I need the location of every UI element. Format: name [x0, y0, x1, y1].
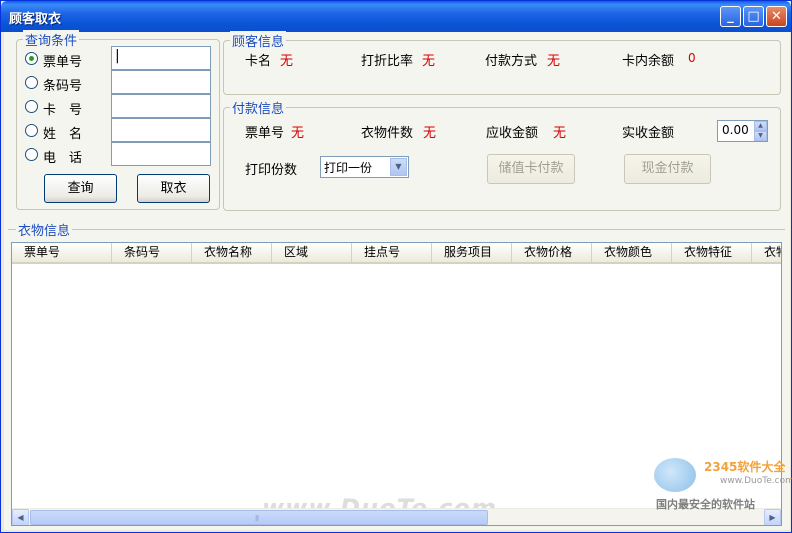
- spinner-up-icon[interactable]: ▲: [754, 121, 767, 131]
- radio-phone[interactable]: 电 话: [25, 145, 105, 166]
- radio-phone-label: 电 话: [43, 151, 83, 166]
- chevron-down-icon[interactable]: ▼: [390, 158, 407, 176]
- payment-info-group: 付款信息 票单号 无 衣物件数 无 应收金额 无 实收金额 打印份数 储值卡付款…: [223, 98, 781, 211]
- clothes-count-value: 无: [423, 126, 437, 141]
- name-input[interactable]: [111, 118, 211, 142]
- spinner-arrows[interactable]: ▲ ▼: [754, 121, 767, 141]
- card-name-value: 无: [280, 54, 294, 69]
- col-ticket-no[interactable]: 票单号: [12, 243, 112, 262]
- payment-ticket-value: 无: [291, 126, 305, 141]
- close-button[interactable]: ✕: [766, 6, 787, 27]
- col-item-name[interactable]: 衣物名称: [192, 243, 272, 262]
- search-button[interactable]: 查询: [44, 174, 117, 203]
- discount-label: 打折比率: [361, 54, 414, 69]
- radio-barcode-label: 条码号: [43, 79, 83, 94]
- payment-ticket-label: 票单号: [245, 126, 285, 141]
- barcode-input[interactable]: [111, 70, 211, 94]
- col-color[interactable]: 衣物颜色: [592, 243, 672, 262]
- clothes-info-legend: 衣物信息: [16, 220, 73, 239]
- col-hang-point[interactable]: 挂点号: [352, 243, 432, 262]
- col-barcode[interactable]: 条码号: [112, 243, 192, 262]
- radio-phone-dot[interactable]: [25, 148, 38, 161]
- col-area[interactable]: 区域: [272, 243, 352, 262]
- col-price[interactable]: 衣物价格: [512, 243, 592, 262]
- mascot-icon: [654, 458, 696, 492]
- amount-received-spinner[interactable]: 0.00 ▲ ▼: [717, 120, 768, 142]
- scroll-thumb[interactable]: |||: [30, 510, 488, 525]
- watermark-url: www.DuoTe.com: [720, 476, 792, 486]
- card-name-label: 卡名: [245, 54, 272, 69]
- print-copies-select[interactable]: 打印一份 ▼: [320, 156, 409, 178]
- radio-card-no[interactable]: 卡 号: [25, 97, 105, 118]
- cash-pay-button[interactable]: 现金付款: [624, 154, 711, 184]
- amount-received-value: 0.00: [722, 123, 749, 137]
- pickup-button[interactable]: 取衣: [137, 174, 210, 203]
- title-bar[interactable]: 顾客取衣 _ □ ✕: [1, 1, 791, 32]
- watermark-slogan: 国内最安全的软件站: [656, 498, 755, 511]
- radio-ticket-no-label: 票单号: [43, 55, 83, 70]
- amount-received-label: 实收金额: [622, 126, 675, 141]
- app-window: 顾客取衣 _ □ ✕ 查询条件 票单号 | 条码号 卡 号 姓 名 电 话 查询…: [0, 0, 792, 533]
- customer-info-legend: 顾客信息: [230, 31, 287, 50]
- discount-value: 无: [422, 54, 436, 69]
- query-group: 查询条件 票单号 | 条码号 卡 号 姓 名 电 话 查询 取衣: [16, 30, 220, 210]
- card-no-input[interactable]: [111, 94, 211, 118]
- radio-barcode[interactable]: 条码号: [25, 73, 105, 94]
- clothes-list-header: 票单号 条码号 衣物名称 区域 挂点号 服务项目 衣物价格 衣物颜色 衣物特征 …: [12, 243, 781, 264]
- print-copies-label: 打印份数: [245, 163, 298, 178]
- stored-card-pay-button[interactable]: 储值卡付款: [487, 154, 575, 184]
- minimize-button[interactable]: _: [720, 6, 741, 27]
- scroll-left-icon[interactable]: ◀: [12, 509, 29, 525]
- payment-info-legend: 付款信息: [230, 98, 287, 117]
- radio-name-label: 姓 名: [43, 127, 83, 142]
- window-title: 顾客取衣: [9, 12, 62, 27]
- balance-label: 卡内余额: [622, 54, 675, 69]
- print-copies-selected: 打印一份: [324, 161, 373, 175]
- col-feature[interactable]: 衣物特征: [672, 243, 752, 262]
- radio-card-no-dot[interactable]: [25, 100, 38, 113]
- payment-method-value: 无: [547, 54, 561, 69]
- query-legend: 查询条件: [23, 30, 80, 49]
- spinner-down-icon[interactable]: ▼: [754, 131, 767, 141]
- radio-name-dot[interactable]: [25, 124, 38, 137]
- balance-value: 0: [688, 51, 696, 65]
- ticket-no-input[interactable]: |: [111, 46, 211, 70]
- radio-card-no-label: 卡 号: [43, 103, 83, 118]
- radio-name[interactable]: 姓 名: [25, 121, 105, 142]
- customer-info-group: 顾客信息 卡名 无 打折比率 无 付款方式 无 卡内余额 0: [223, 31, 781, 95]
- maximize-button[interactable]: □: [743, 6, 764, 27]
- payment-method-label: 付款方式: [485, 54, 538, 69]
- ticket-no-value: |: [115, 48, 120, 64]
- site-logo-watermark: 2345软件大全 www.DuoTe.com 国内最安全的软件站: [652, 456, 792, 516]
- grip-icon: |||: [255, 515, 259, 522]
- phone-input[interactable]: [111, 142, 211, 166]
- amount-due-value: 无: [553, 126, 567, 141]
- clothes-count-label: 衣物件数: [361, 126, 414, 141]
- radio-barcode-dot[interactable]: [25, 76, 38, 89]
- col-clothes-more[interactable]: 衣物: [752, 243, 781, 262]
- amount-due-label: 应收金额: [486, 126, 539, 141]
- radio-ticket-no-dot[interactable]: [25, 52, 38, 65]
- col-service[interactable]: 服务项目: [432, 243, 512, 262]
- watermark-brand: 2345软件大全: [704, 460, 786, 474]
- radio-ticket-no[interactable]: 票单号: [25, 49, 105, 70]
